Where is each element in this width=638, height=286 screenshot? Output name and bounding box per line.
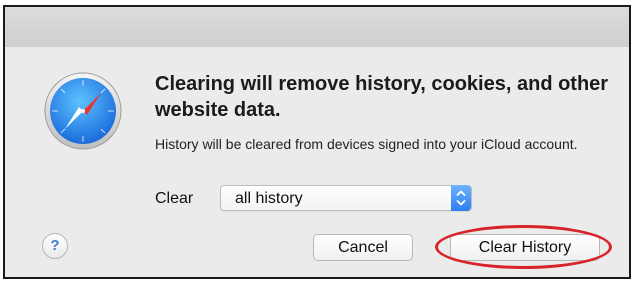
clear-range-select[interactable]: all history xyxy=(220,185,472,211)
clear-range-value: all history xyxy=(235,190,303,207)
dialog-subtext: History will be cleared from devices sig… xyxy=(155,136,578,152)
safari-compass-icon xyxy=(44,72,122,150)
clear-range-label: Clear xyxy=(155,190,194,207)
chevron-up-down-icon xyxy=(456,190,466,206)
window-titlebar xyxy=(5,7,629,47)
select-stepper[interactable] xyxy=(451,185,471,211)
dialog-headline: Clearing will remove history, cookies, a… xyxy=(155,73,609,121)
cancel-button[interactable]: Cancel xyxy=(313,234,413,261)
screenshot-frame: Clearing will remove history, cookies, a… xyxy=(3,5,631,279)
clear-history-button[interactable]: Clear History xyxy=(450,234,600,261)
clear-history-dialog: Clearing will remove history, cookies, a… xyxy=(5,47,629,277)
help-button[interactable]: ? xyxy=(42,233,68,259)
